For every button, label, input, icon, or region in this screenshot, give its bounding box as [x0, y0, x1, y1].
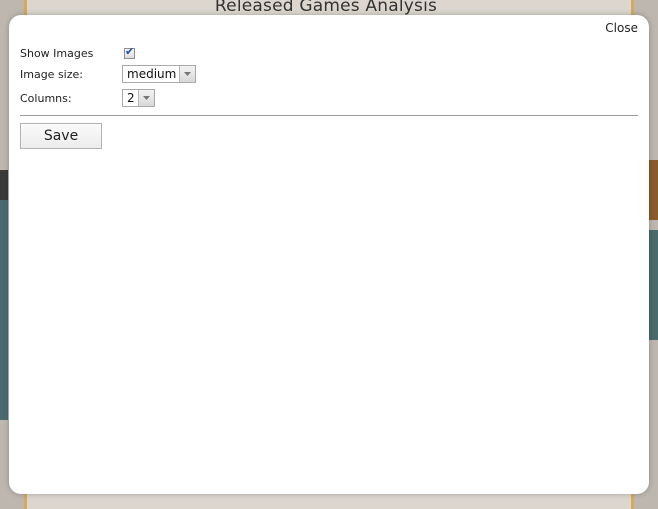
columns-row: Columns: 2: [20, 88, 155, 108]
image-size-select[interactable]: medium: [122, 65, 197, 83]
chevron-down-icon[interactable]: [137, 90, 154, 106]
show-images-checkbox[interactable]: ✔: [124, 44, 135, 59]
chevron-down-icon[interactable]: [179, 66, 196, 82]
background-decoration: [648, 160, 658, 220]
background-page-title: Released Games Analysis: [214, 0, 438, 16]
divider: [20, 115, 638, 116]
columns-label: Columns:: [20, 91, 72, 105]
show-images-label: Show Images: [20, 46, 94, 60]
image-size-value: medium: [127, 67, 177, 81]
columns-select[interactable]: 2: [122, 89, 155, 107]
background-decoration: [648, 230, 658, 340]
image-size-row: Image size: medium: [20, 64, 197, 84]
image-size-label: Image size:: [20, 67, 83, 81]
checkmark-icon: ✔: [125, 44, 135, 58]
save-button[interactable]: Save: [20, 123, 102, 149]
show-images-row: Show Images ✔: [20, 43, 135, 63]
settings-dialog: Close Show Images ✔ Image size: medium C…: [9, 15, 649, 494]
background-decoration: [0, 200, 8, 420]
columns-value: 2: [127, 91, 135, 105]
close-link[interactable]: Close: [605, 21, 638, 35]
